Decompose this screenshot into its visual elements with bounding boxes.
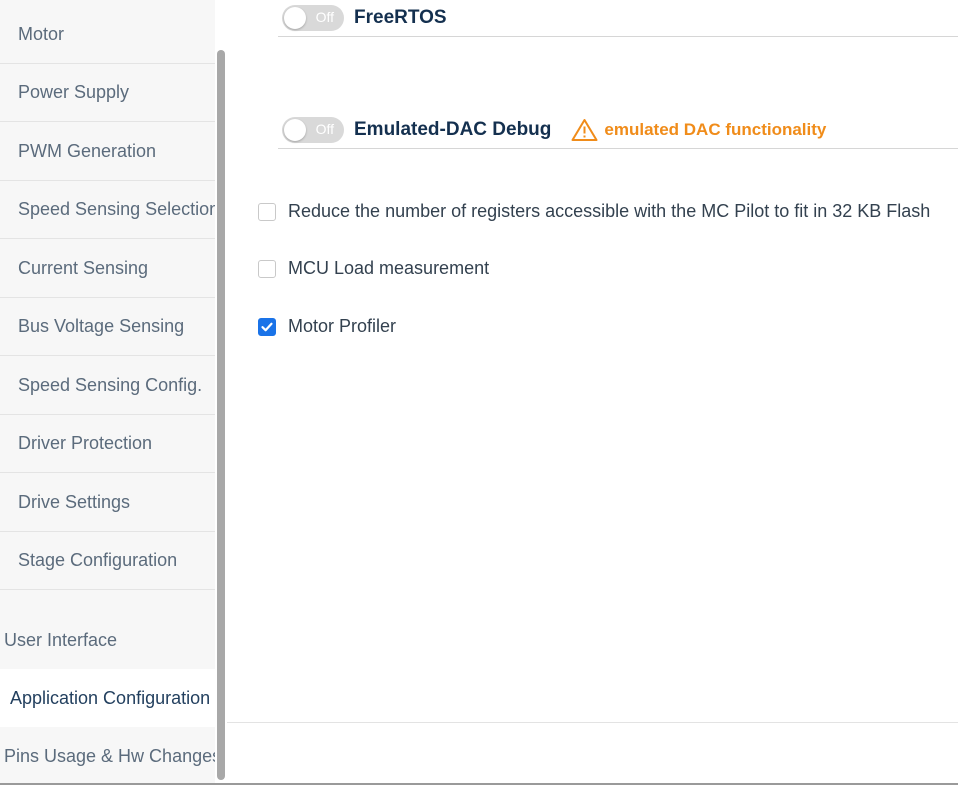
main-panel: Off FreeRTOS Off Emulated-DAC Debug emul… [227, 0, 958, 785]
option-motor-profiler: Motor Profiler [258, 316, 396, 337]
option-label: MCU Load measurement [288, 258, 490, 278]
sidebar-section-label: Application Configuration [10, 687, 211, 708]
sidebar-item-label: Motor [18, 24, 65, 44]
feature-emulated-dac-debug: Off Emulated-DAC Debug emulated DAC func… [278, 112, 958, 149]
sidebar-section-label: Pins Usage & Hw Changes [4, 745, 215, 766]
sidebar-item-speed-sensing-config[interactable]: Speed Sensing Config. [0, 356, 215, 415]
sidebar-item-drive-settings[interactable]: Drive Settings [0, 473, 215, 532]
warning-icon [571, 119, 598, 141]
sidebar-item-label: Current Sensing [18, 257, 149, 278]
sidebar-item-label: Power Supply [18, 82, 130, 102]
sidebar-scrollbar-thumb[interactable] [217, 50, 225, 780]
motor-profiler-checkbox[interactable] [258, 317, 276, 336]
checkmark-icon [261, 322, 273, 331]
feature-title: Emulated-DAC Debug [354, 119, 552, 140]
sidebar-item-bus-voltage-sensing[interactable]: Bus Voltage Sensing [0, 298, 215, 356]
sidebar-item-label: Speed Sensing Config. [18, 374, 203, 395]
sidebar-item-stage-configuration[interactable]: Stage Configuration [0, 532, 215, 590]
toggle-state-label: Off [315, 9, 334, 25]
sidebar-item-label: Drive Settings [18, 491, 131, 512]
sidebar-item-label: Driver Protection [18, 433, 153, 453]
toggle-state-label: Off [315, 121, 334, 137]
divider [227, 722, 958, 723]
sidebar-section-pins-usage[interactable]: Pins Usage & Hw Changes [0, 727, 215, 785]
sidebar-item-label: PWM Generation [18, 140, 157, 161]
option-label: Motor Profiler [288, 316, 397, 336]
freertos-toggle[interactable]: Off [282, 5, 344, 31]
sidebar-item-power-supply[interactable]: Power Supply [0, 64, 215, 122]
mcu-load-checkbox[interactable] [258, 259, 276, 278]
sidebar-item-label: Stage Configuration [18, 550, 178, 570]
sidebar-item-current-sensing[interactable]: Current Sensing [0, 239, 215, 298]
option-label: Reduce the number of registers accessibl… [288, 201, 931, 221]
sidebar: Motor Power Supply PWM Generation Speed … [0, 0, 215, 785]
sidebar-item-label: Bus Voltage Sensing [18, 316, 185, 336]
sidebar-item-driver-protection[interactable]: Driver Protection [0, 415, 215, 473]
sidebar-item-label: Speed Sensing Selection [18, 199, 215, 219]
sidebar-item-pwm-generation[interactable]: PWM Generation [0, 122, 215, 181]
toggle-knob [284, 119, 306, 141]
sidebar-item-motor[interactable]: Motor [0, 6, 215, 64]
feature-freertos: Off FreeRTOS [278, 0, 958, 37]
sidebar-item-speed-sensing-selection[interactable]: Speed Sensing Selection [0, 181, 215, 239]
sidebar-section-application-configuration[interactable]: Application Configuration [0, 669, 215, 727]
feature-title: FreeRTOS [354, 7, 447, 28]
sidebar-section-label: User Interface [4, 629, 118, 650]
option-mcu-load: MCU Load measurement [258, 258, 489, 279]
sidebar-section-user-interface[interactable]: User Interface [0, 611, 215, 669]
toggle-knob [284, 7, 306, 29]
warning-text: emulated DAC functionality [604, 120, 827, 139]
reduce-registers-checkbox[interactable] [258, 202, 276, 221]
emulated-dac-toggle[interactable]: Off [282, 117, 344, 143]
warning-message: emulated DAC functionality [571, 118, 826, 142]
option-reduce-registers: Reduce the number of registers accessibl… [258, 201, 930, 222]
